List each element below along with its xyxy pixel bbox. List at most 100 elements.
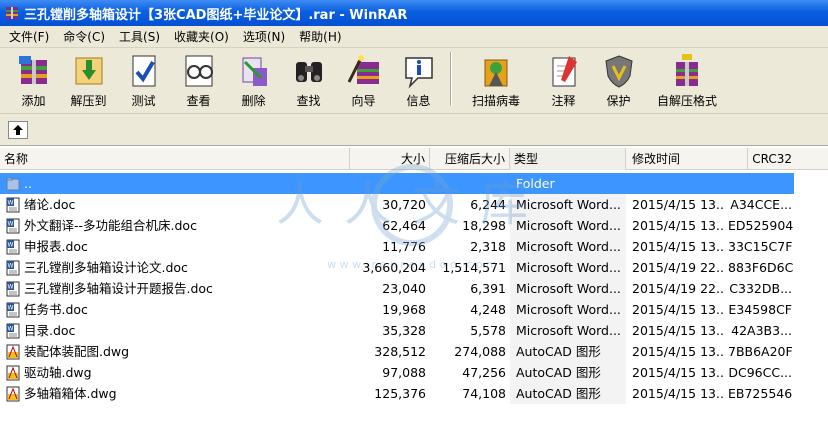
- word-document-icon: W: [6, 260, 20, 276]
- menu-help[interactable]: 帮助(H): [292, 26, 348, 47]
- file-size: 62,464: [382, 218, 426, 233]
- menu-bar: 文件(F) 命令(C) 工具(S) 收藏夹(O) 选项(N) 帮助(H): [0, 26, 828, 48]
- menu-tools[interactable]: 工具(S): [112, 26, 167, 47]
- test-label: 测试: [131, 94, 156, 108]
- menu-favorites[interactable]: 收藏夹(O): [167, 26, 236, 47]
- file-name: 三孔镗削多轴箱设计论文.doc: [24, 260, 188, 275]
- column-packed[interactable]: 压缩后大小: [430, 148, 510, 170]
- wizard-button[interactable]: 向导: [336, 48, 391, 110]
- extract-to-icon: [75, 57, 102, 85]
- menu-file[interactable]: 文件(F): [2, 26, 56, 47]
- file-name: 多轴箱箱体.dwg: [24, 386, 117, 401]
- table-row[interactable]: W 三孔镗削多轴箱设计开题报告.doc 23,040 6,391 Microsoft W…: [0, 278, 828, 299]
- file-type: Microsoft Word...: [510, 236, 626, 257]
- column-name[interactable]: 名称: [0, 148, 350, 170]
- file-packed-size: 6,391: [470, 281, 506, 296]
- file-crc: 42A3B3...: [731, 323, 792, 338]
- file-name-cell: W 任务书.doc: [0, 299, 350, 320]
- menu-options[interactable]: 选项(N): [236, 26, 292, 47]
- file-crc: E34598CF: [728, 302, 792, 317]
- info-icon: [404, 57, 433, 89]
- delete-label: 删除: [241, 94, 266, 108]
- word-document-icon: W: [6, 302, 20, 318]
- file-crc: EB725546: [728, 386, 793, 401]
- file-size: 19,968: [382, 302, 426, 317]
- table-row[interactable]: 驱动轴.dwg 97,088 47,256 AutoCAD 图形 2015/4/15 1…: [0, 362, 828, 383]
- column-crc[interactable]: CRC32: [748, 148, 828, 170]
- view-button[interactable]: 查看: [171, 48, 226, 110]
- sfx-button[interactable]: 自解压格式: [646, 48, 728, 110]
- column-size[interactable]: 大小: [350, 148, 430, 170]
- word-document-icon: W: [6, 323, 20, 339]
- file-crc: 883F6D6C: [728, 260, 794, 275]
- file-packed-size: 47,256: [462, 365, 506, 380]
- up-arrow-icon: [13, 124, 23, 135]
- find-button[interactable]: 查找: [281, 48, 336, 110]
- title-bar[interactable]: 三孔镗削多轴箱设计【3张CAD图纸+毕业论文】.rar - WinRAR: [0, 0, 828, 26]
- file-type: AutoCAD 图形: [510, 341, 626, 362]
- file-type: Microsoft Word...: [510, 257, 626, 278]
- sfx-label: 自解压格式: [656, 94, 717, 108]
- word-document-icon: W: [6, 218, 20, 234]
- svg-text:W: W: [8, 325, 14, 332]
- file-modified: 2015/4/19 22...: [632, 260, 724, 275]
- file-packed-size: 4,248: [470, 302, 506, 317]
- file-type: AutoCAD 图形: [510, 362, 626, 383]
- virus-scan-button[interactable]: 扫描病毒: [456, 48, 536, 110]
- file-crc: 7BB6A20F: [728, 344, 793, 359]
- file-modified: 2015/4/15 13...: [632, 344, 724, 359]
- wizard-label: 向导: [351, 94, 376, 108]
- file-name: 申报表.doc: [24, 239, 88, 254]
- test-button[interactable]: 测试: [116, 48, 171, 110]
- file-size: 125,376: [374, 386, 426, 401]
- file-crc: [724, 173, 794, 194]
- table-row[interactable]: W 绪论.doc 30,720 6,244 Microsoft Word... 2015/…: [0, 194, 828, 215]
- autocad-file-icon: [6, 386, 20, 402]
- toolbar-separator: [450, 52, 452, 106]
- info-button[interactable]: 信息: [391, 48, 446, 110]
- file-crc: A34CCE...: [730, 197, 792, 212]
- add-archive-icon: [18, 56, 47, 84]
- file-modified: [626, 173, 724, 194]
- table-row[interactable]: W 申报表.doc 11,776 2,318 Microsoft Word... 2015…: [0, 236, 828, 257]
- table-row[interactable]: W 外文翻译--多功能组合机床.doc 62,464 18,298 Microsoft …: [0, 215, 828, 236]
- file-size: 328,512: [374, 344, 426, 359]
- add-button[interactable]: 添加: [6, 48, 61, 110]
- file-packed-size: 5,578: [470, 323, 506, 338]
- file-name: 三孔镗削多轴箱设计开题报告.doc: [24, 281, 213, 296]
- file-type: AutoCAD 图形: [510, 383, 626, 404]
- comment-label: 注释: [551, 94, 576, 108]
- file-name-cell: 装配体装配图.dwg: [0, 341, 350, 362]
- menu-commands[interactable]: 命令(C): [56, 26, 112, 47]
- word-document-icon: W: [6, 197, 20, 213]
- table-row[interactable]: W 三孔镗削多轴箱设计论文.doc 3,660,204 1,514,571 Micros…: [0, 257, 828, 278]
- file-name-cell: ..: [0, 173, 350, 194]
- svg-text:W: W: [8, 262, 14, 269]
- file-rows: .. Folder W 绪论.doc 30,720 6,244 Microsoft Word…: [0, 173, 828, 404]
- view-label: 查看: [186, 94, 211, 108]
- column-modified[interactable]: 修改时间: [626, 148, 748, 170]
- table-row[interactable]: 装配体装配图.dwg 328,512 274,088 AutoCAD 图形 2015/4…: [0, 341, 828, 362]
- column-type[interactable]: 类型: [510, 148, 626, 170]
- table-row[interactable]: W 目录.doc 35,328 5,578 Microsoft Word... 2015/…: [0, 320, 828, 341]
- table-row[interactable]: W 任务书.doc 19,968 4,248 Microsoft Word... 2015…: [0, 299, 828, 320]
- path-bar: [0, 114, 828, 146]
- svg-text:W: W: [8, 241, 14, 248]
- protect-button[interactable]: 保护: [591, 48, 646, 110]
- protect-icon: [604, 55, 633, 88]
- svg-text:W: W: [8, 283, 14, 290]
- test-icon: [132, 55, 155, 87]
- table-row[interactable]: .. Folder: [0, 173, 828, 194]
- file-modified: 2015/4/15 13...: [632, 239, 724, 254]
- up-folder-button[interactable]: [8, 120, 28, 139]
- file-packed-size: 6,244: [470, 197, 506, 212]
- delete-button[interactable]: 删除: [226, 48, 281, 110]
- table-row[interactable]: 多轴箱箱体.dwg 125,376 74,108 AutoCAD 图形 2015/4/1…: [0, 383, 828, 404]
- extract-to-button[interactable]: 解压到: [61, 48, 116, 110]
- comment-button[interactable]: 注释: [536, 48, 591, 110]
- find-label: 查找: [296, 94, 321, 108]
- svg-text:W: W: [8, 199, 14, 206]
- word-document-icon: W: [6, 239, 20, 255]
- file-name: 绪论.doc: [24, 197, 76, 212]
- file-type: Microsoft Word...: [510, 299, 626, 320]
